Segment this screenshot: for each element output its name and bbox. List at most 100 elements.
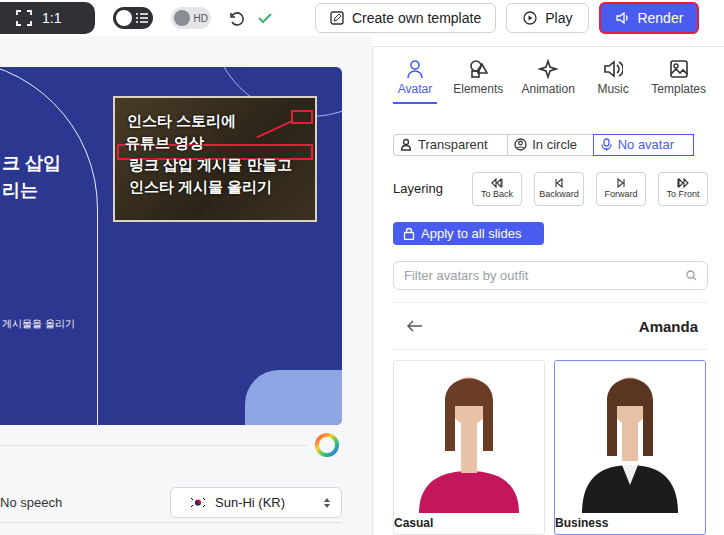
panel-tab[interactable]: Templates — [649, 55, 708, 104]
layering-button[interactable]: Forward — [596, 172, 646, 206]
layering-button-label: To Back — [481, 189, 513, 199]
create-template-button[interactable]: Create own template — [315, 3, 496, 33]
aspect-button[interactable]: 1:1 — [0, 2, 95, 34]
back-button[interactable] — [407, 320, 423, 332]
play-button[interactable]: Play — [506, 3, 589, 33]
person-icon — [400, 138, 413, 151]
properties-panel: Avatar Elements Animation Music Templates Tra… — [372, 46, 724, 535]
saved-indicator — [257, 10, 273, 26]
speech-area: No speech Sun-Hi (KR) — [0, 425, 342, 535]
image-caption-line: 링크 삽입 게시물 만들고 — [129, 156, 292, 175]
toggle-knob — [116, 10, 132, 26]
layering-button[interactable]: Backward — [534, 172, 584, 206]
apply-label: Apply to all slides — [421, 226, 521, 241]
annotation-arrow — [256, 120, 293, 139]
play-label: Play — [545, 10, 572, 26]
timeline-line — [0, 445, 307, 446]
tab-label: Music — [597, 82, 628, 96]
layering-button[interactable]: To Back — [472, 172, 522, 206]
outfit-label: Casual — [394, 513, 544, 530]
tab-label: Animation — [521, 82, 574, 96]
korea-flag-icon — [189, 496, 207, 509]
tab-label: Elements — [453, 82, 503, 96]
avatar-mode-label: In circle — [532, 137, 577, 152]
panel-tabs: Avatar Elements Animation Music Templates — [393, 47, 708, 104]
avatar-figure — [570, 361, 690, 513]
filter-field — [393, 261, 708, 291]
avatar-name: Amanda — [639, 318, 698, 335]
image-caption-line: 인스타 게시물 올리기 — [129, 178, 272, 197]
arc-shape — [0, 67, 98, 425]
filter-input[interactable] — [404, 268, 686, 283]
editor-area: 크 삽입리는게시물을 올리기인스타 스토리에유튜브 영상링크 삽입 게시물 만들… — [0, 36, 372, 535]
outfit-card[interactable]: Business — [554, 360, 706, 535]
slide-footer-text: 게시물을 올리기 — [2, 317, 75, 331]
edit-icon — [330, 11, 344, 25]
list-toggle[interactable] — [113, 7, 153, 29]
color-button[interactable] — [315, 433, 339, 457]
avatar-mode-option[interactable]: No avatar — [594, 135, 693, 155]
voice-label: Sun-Hi (KR) — [215, 495, 315, 510]
annotation-box — [291, 110, 313, 124]
play-icon — [523, 11, 537, 25]
image-caption-line: 인스타 스토리에 — [127, 112, 236, 131]
create-template-label: Create own template — [352, 10, 481, 26]
tab-label: Avatar — [398, 82, 432, 96]
panel-tab[interactable]: Animation — [519, 55, 576, 104]
avatar-header: Amanda — [393, 302, 708, 350]
to-front-icon — [677, 178, 689, 188]
layering-button-label: To Front — [666, 189, 699, 199]
check-icon — [257, 10, 273, 26]
toggle-knob — [174, 10, 190, 26]
aspect-label: 1:1 — [42, 10, 61, 26]
fullscreen-icon — [16, 10, 32, 26]
timeline-row — [0, 425, 342, 465]
avatar-mode-label: No avatar — [618, 137, 674, 152]
layering-row: Layering To Back Backward Forward To Front — [393, 172, 708, 206]
outfit-card[interactable]: Casual — [393, 360, 545, 535]
undo-button[interactable] — [227, 9, 245, 27]
hd-toggle[interactable]: HD — [171, 7, 211, 29]
avatar-mode-label: Transparent — [418, 137, 488, 152]
panel-tab[interactable]: Music — [591, 55, 635, 104]
undo-icon — [227, 9, 245, 27]
render-label: Render — [637, 10, 683, 26]
slide-title-line: 리는 — [2, 178, 38, 202]
speaker-icon — [615, 11, 629, 25]
speaker-icon — [603, 59, 623, 79]
forward-icon — [615, 178, 627, 188]
avatar-photo — [555, 361, 705, 513]
avatar-figure — [409, 361, 529, 513]
layering-button-label: Forward — [604, 189, 637, 199]
microphone-icon — [600, 138, 613, 151]
slide-image[interactable]: 인스타 스토리에유튜브 영상링크 삽입 게시물 만들고인스타 게시물 올리기 — [113, 96, 317, 222]
slide-title-line: 크 삽입 — [2, 151, 61, 175]
image-icon — [669, 59, 689, 79]
outfit-list: Casual Business — [393, 360, 708, 535]
panel-tab[interactable]: Avatar — [393, 55, 437, 104]
outfit-label: Business — [555, 513, 705, 530]
corner-shape — [245, 370, 342, 425]
updown-icon — [323, 497, 331, 509]
render-button[interactable]: Render — [599, 2, 699, 34]
lock-icon — [403, 227, 415, 240]
to-back-icon — [491, 178, 503, 188]
hd-label: HD — [194, 13, 208, 24]
panel-tab[interactable]: Elements — [451, 55, 505, 104]
layering-button[interactable]: To Front — [658, 172, 708, 206]
layering-label: Layering — [393, 181, 460, 196]
backward-icon — [553, 178, 565, 188]
apply-all-button[interactable]: Apply to all slides — [393, 222, 544, 245]
tab-label: Templates — [651, 82, 706, 96]
shapes-icon — [468, 59, 488, 79]
avatar-photo — [394, 361, 544, 513]
avatar-mode-option[interactable]: Transparent — [394, 135, 508, 155]
search-icon — [686, 270, 697, 281]
circle-avatar-icon — [514, 138, 527, 151]
speech-label: No speech — [0, 495, 62, 510]
voice-select[interactable]: Sun-Hi (KR) — [170, 487, 342, 518]
voice-row: No speech Sun-Hi (KR) — [0, 487, 342, 518]
avatar-mode-option[interactable]: In circle — [508, 135, 593, 155]
slide-canvas[interactable]: 크 삽입리는게시물을 올리기인스타 스토리에유튜브 영상링크 삽입 게시물 만들… — [0, 67, 342, 425]
list-icon — [136, 13, 148, 23]
